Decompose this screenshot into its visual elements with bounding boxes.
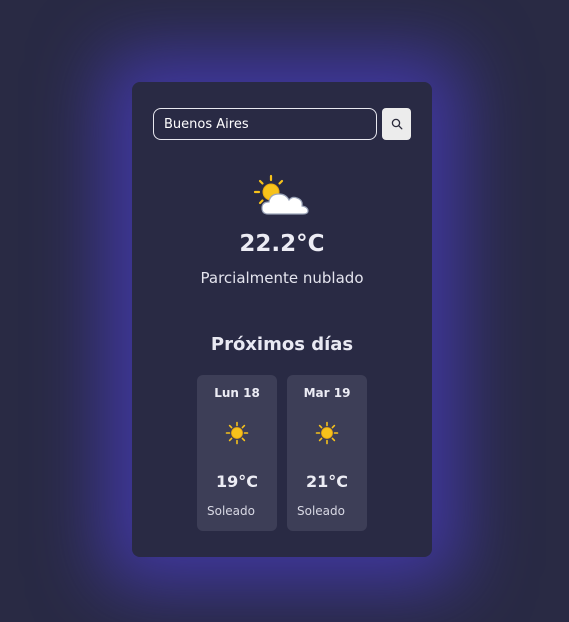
partly-cloudy-icon [253, 174, 309, 215]
page-background: 22.2°C Parcialmente nublado Próximos día… [0, 0, 569, 622]
forecast-day-description: Soleado [207, 504, 255, 518]
city-search-input[interactable] [153, 108, 377, 140]
forecast-day-card: Lun 18 19°C Soleado [197, 375, 277, 531]
current-description: Parcialmente nublado [200, 269, 364, 287]
sun-icon [225, 421, 249, 445]
forecast-day-label: Mar 19 [303, 386, 351, 400]
forecast-day-card: Mar 19 21°C Soleado [287, 375, 367, 531]
forecast-day-temperature: 21°C [305, 472, 348, 491]
sun-icon [315, 421, 339, 445]
forecast-day-label: Lun 18 [214, 386, 260, 400]
weather-card: 22.2°C Parcialmente nublado Próximos día… [132, 82, 432, 557]
forecast-title: Próximos días [210, 334, 354, 355]
current-temperature: 22.2°C [239, 231, 325, 257]
search-button[interactable] [382, 108, 411, 140]
forecast-day-description: Soleado [297, 504, 345, 518]
search-icon [391, 118, 402, 130]
forecast-day-temperature: 19°C [215, 472, 258, 491]
search-bar [153, 108, 411, 140]
